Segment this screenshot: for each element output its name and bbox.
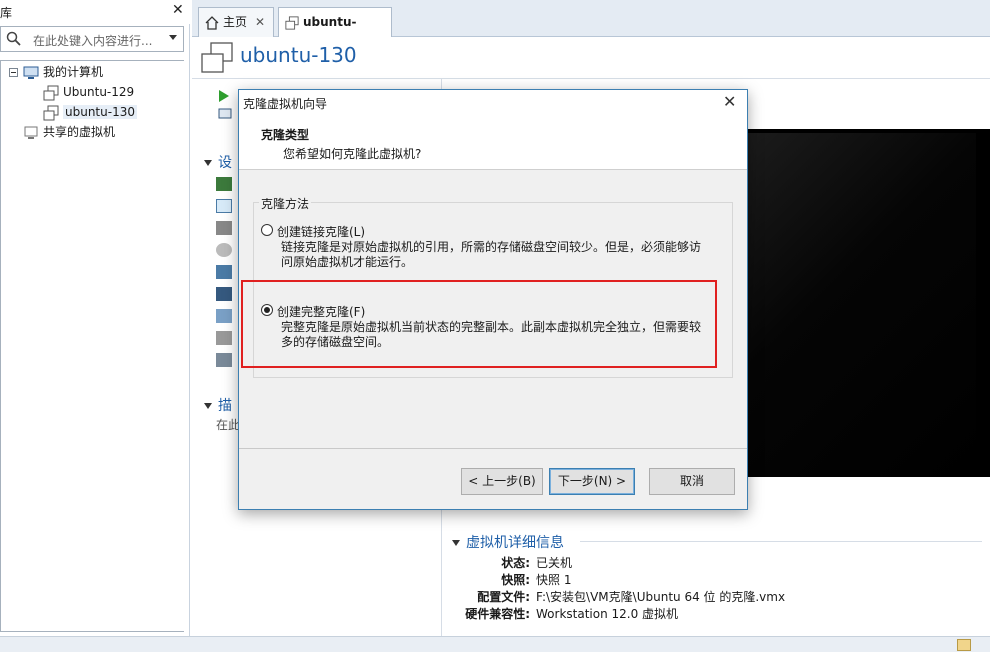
close-icon[interactable]: ✕ [172,2,184,18]
close-icon[interactable]: ✕ [723,92,736,111]
detail-value: F:\安装包\VM克隆\Ubuntu 64 位 的克隆.vmx [536,590,786,604]
tab-ubuntu-130[interactable]: ubuntu-130✕ [278,7,392,57]
back-button[interactable]: < 上一步(B) [461,468,543,495]
group-label: 克隆方法 [259,195,312,212]
detail-key: 快照: [501,573,530,587]
tree-item-ubuntu-130[interactable]: ubuntu-130 [43,103,137,121]
processor-icon[interactable] [216,199,232,213]
chevron-down-icon[interactable] [169,35,177,40]
details-heading-label: 虚拟机详细信息 [466,535,564,551]
cancel-button[interactable]: 取消 [649,468,735,495]
tab-home[interactable]: 主页 ✕ [198,7,274,37]
vm-icon [285,15,299,30]
tree-label: Ubuntu-129 [63,85,135,99]
linked-clone-radio[interactable] [261,224,273,236]
dialog-header: 克隆类型 您希望如何克隆此虚拟机? [239,114,747,170]
edit-settings-icon[interactable] [218,107,234,121]
detail-value: 已关机 [536,556,573,570]
library-title: 库 [0,6,13,20]
usb-controller-icon[interactable] [216,287,232,301]
library-search-input[interactable]: 在此处键入内容进行... [0,26,184,52]
annotation-highlight-box [241,280,717,368]
detail-key: 状态: [501,556,530,570]
collapse-icon [204,160,212,166]
search-placeholder: 在此处键入内容进行... [33,34,153,48]
detail-key: 配置文件: [477,590,530,604]
printer-icon[interactable] [216,331,232,345]
tree-item-my-computer[interactable]: 我的计算机 [23,63,103,81]
computer-icon [23,66,39,79]
section-label: 描 [218,398,232,414]
linked-clone-description: 链接克隆是对原始虚拟机的引用，所需的存储磁盘空间较少。但是，必须能够访问原始虚拟… [281,240,702,269]
library-header: 库 ✕ [0,0,190,24]
collapse-icon[interactable] [9,68,18,77]
hard-disk-icon[interactable] [216,221,232,235]
divider [239,448,747,449]
detail-key: 硬件兼容性: [465,607,530,621]
dialog-title: 克隆虚拟机向导 [243,97,328,111]
tree-label: ubuntu-130 [63,105,137,119]
tab-bar: 主页 ✕ ubuntu-130✕ [192,0,990,57]
clone-wizard-dialog: 克隆虚拟机向导 ✕ 克隆类型 您希望如何克隆此虚拟机? 克隆方法 创建链接克隆(… [238,89,748,510]
detail-value: Workstation 12.0 虚拟机 [536,607,679,621]
cd-dvd-icon[interactable] [216,243,232,257]
play-icon[interactable] [218,89,230,103]
tree-label: 共享的虚拟机 [43,125,116,139]
divider [580,541,982,542]
close-icon[interactable]: ✕ [255,15,265,29]
page-title: ubuntu-130 [240,43,357,67]
detail-value: 快照 1 [536,573,572,587]
status-bar [0,636,990,652]
tree-label: 我的计算机 [43,65,104,79]
library-panel: 库 ✕ 在此处键入内容进行... 我的计算机 Ubuntu-129 ubuntu… [0,0,190,636]
description-text: 在此 [216,418,241,432]
next-button[interactable]: 下一步(N) > [549,468,635,495]
section-label: 设 [218,155,232,171]
vm-details: 虚拟机详细信息 状态: 已关机 快照: 快照 1 配置文件: F:\安装包\VM克隆\… [452,532,982,621]
step-title: 克隆类型 [261,128,310,142]
library-tree: 我的计算机 Ubuntu-129 ubuntu-130 共享的虚拟机 [0,60,184,632]
description-section-heading[interactable]: 描 [204,395,232,415]
vm-large-icon [201,42,233,73]
search-icon [6,31,21,46]
network-adapter-icon[interactable] [216,265,232,279]
collapse-icon [204,403,212,409]
message-icon[interactable] [957,639,971,651]
details-heading[interactable]: 虚拟机详细信息 [452,532,982,552]
vm-icon [43,105,59,120]
home-icon [205,15,219,30]
vm-icon [43,85,59,100]
devices-section-heading[interactable]: 设 [204,152,232,172]
shared-vm-icon [24,126,38,139]
tree-item-ubuntu-129[interactable]: Ubuntu-129 [43,83,134,101]
tab-label: 主页 [223,15,248,29]
tree-item-shared-vms[interactable]: 共享的虚拟机 [23,123,115,141]
collapse-icon [452,540,460,546]
dialog-titlebar: 克隆虚拟机向导 ✕ [239,90,747,114]
linked-clone-label[interactable]: 创建链接克隆(L) [277,223,365,240]
memory-icon[interactable] [216,177,232,191]
display-icon[interactable] [216,353,232,367]
sound-card-icon[interactable] [216,309,232,323]
step-question: 您希望如何克隆此虚拟机? [283,147,422,161]
